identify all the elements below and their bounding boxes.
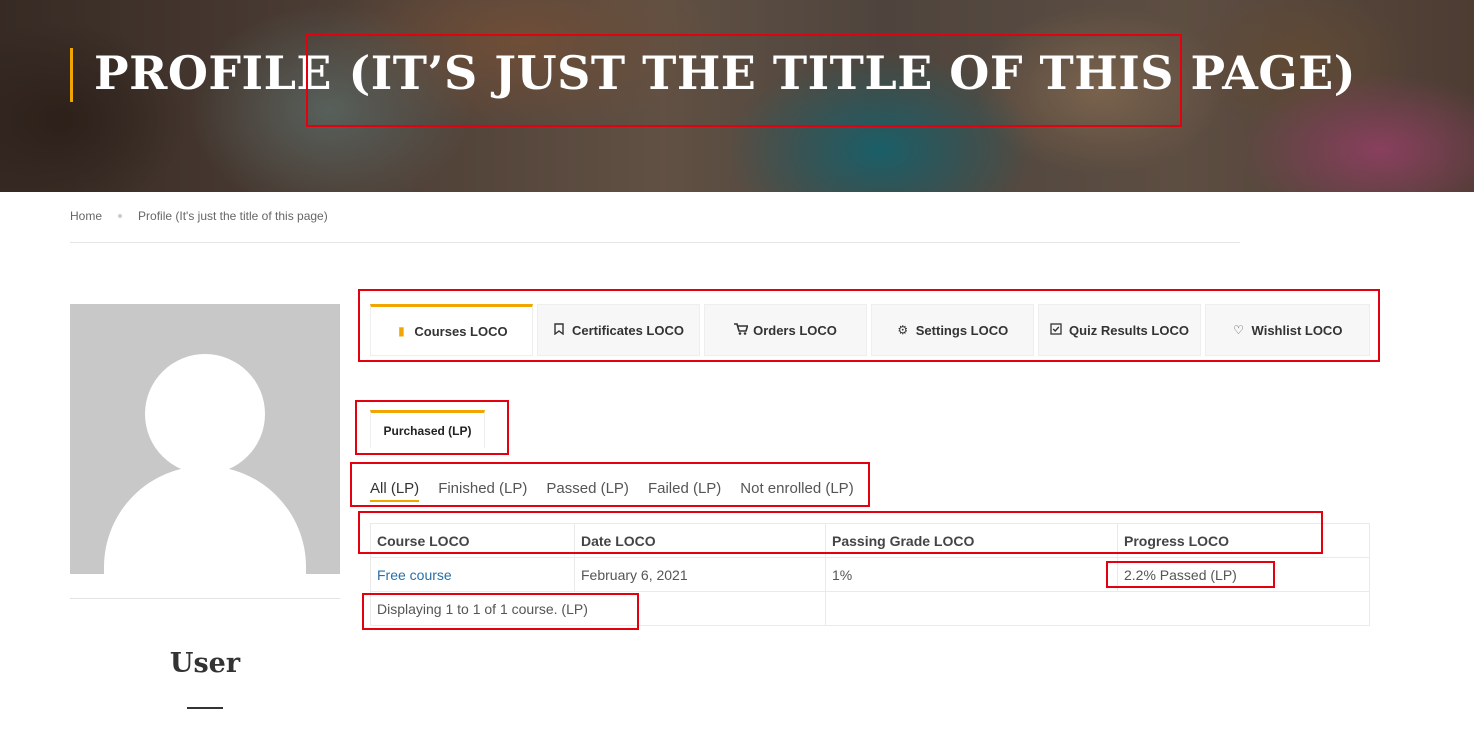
cell-date: February 6, 2021 [574,557,826,592]
bookmark-icon [553,322,565,338]
course-link[interactable]: Free course [377,567,452,583]
table-footer-empty [825,591,1370,626]
table-footer-row: Displaying 1 to 1 of 1 course. (LP) [370,591,1370,626]
header-progress: Progress LOCO [1117,523,1370,558]
course-filters: All (LP) Finished (LP) Passed (LP) Faile… [370,480,854,502]
filter-finished[interactable]: Finished (LP) [438,480,527,502]
header-date: Date LOCO [574,523,826,558]
breadcrumb-separator [118,214,123,218]
book-icon: ▮ [398,324,405,338]
gear-icon: ⚙ [897,323,909,337]
page-title: PROFILE (IT’S JUST THE TITLE OF THIS PAG… [94,46,1357,100]
tab-quiz-results-label: Quiz Results LOCO [1069,322,1189,338]
user-placeholder-icon [145,354,265,474]
tab-certificates-label: Certificates LOCO [572,322,684,338]
tab-orders[interactable]: Orders LOCO [704,304,867,356]
cart-icon [734,322,749,338]
breadcrumb-divider [70,242,1240,243]
breadcrumb: Home Profile (It's just the title of thi… [70,209,328,223]
tab-settings[interactable]: ⚙ Settings LOCO [871,304,1034,356]
subtab-purchased[interactable]: Purchased (LP) [370,410,485,448]
avatar [70,304,340,574]
table-header-row: Course LOCO Date LOCO Passing Grade LOCO… [370,523,1370,558]
table-footer-text: Displaying 1 to 1 of 1 course. (LP) [370,591,826,626]
table-row: Free course February 6, 2021 1% 2.2% Pas… [370,557,1370,592]
tab-wishlist-label: Wishlist LOCO [1251,322,1343,338]
tab-orders-label: Orders LOCO [753,322,837,338]
filter-passed[interactable]: Passed (LP) [546,480,629,502]
user-name: User [169,648,241,679]
hero-accent-bar [70,48,73,102]
tab-quiz-results[interactable]: Quiz Results LOCO [1038,304,1201,356]
breadcrumb-home-link[interactable]: Home [70,209,102,223]
tab-courses[interactable]: ▮ Courses LOCO [370,304,533,356]
header-course: Course LOCO [370,523,575,558]
tab-certificates[interactable]: Certificates LOCO [537,304,700,356]
filter-not-enrolled[interactable]: Not enrolled (LP) [740,480,853,502]
sidebar-divider [70,598,340,599]
tab-settings-label: Settings LOCO [915,322,1009,338]
cell-progress: 2.2% Passed (LP) [1117,557,1370,592]
check-square-icon [1050,322,1062,338]
heart-icon: ♡ [1233,323,1244,337]
tab-wishlist[interactable]: ♡ Wishlist LOCO [1205,304,1370,356]
breadcrumb-current: Profile (It's just the title of this pag… [138,209,328,223]
profile-tabs: ▮ Courses LOCO Certificates LOCO Orders … [370,304,1370,356]
cell-course: Free course [370,557,575,592]
header-passing-grade: Passing Grade LOCO [825,523,1118,558]
user-name-underline [187,707,223,709]
user-placeholder-body [104,466,306,574]
tab-courses-label: Courses LOCO [414,323,508,339]
cell-passing-grade: 1% [825,557,1118,592]
filter-failed[interactable]: Failed (LP) [648,480,721,502]
courses-table: Course LOCO Date LOCO Passing Grade LOCO… [370,523,1370,626]
filter-all[interactable]: All (LP) [370,480,420,502]
